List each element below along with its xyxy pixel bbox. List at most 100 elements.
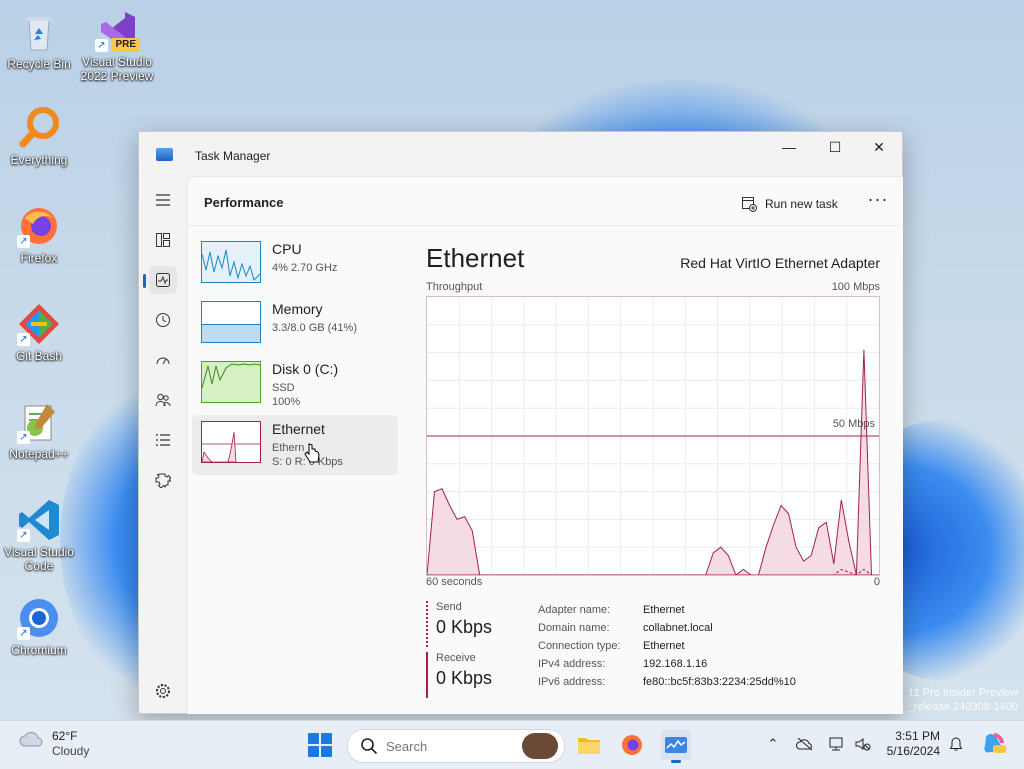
property-value: Ethernet: [643, 640, 685, 652]
resource-item-cpu[interactable]: CPU 4% 2.70 GHz: [192, 235, 398, 295]
resource-name: Disk 0 (C:): [272, 361, 339, 377]
property-key: Adapter name:: [538, 604, 611, 616]
resource-name: Ethernet: [272, 421, 325, 437]
hand-cursor-icon: [304, 443, 320, 463]
throughput-graph: 50 Mbps: [426, 296, 880, 576]
desktop-icon-label: Chromium: [11, 643, 67, 657]
cloud-offline-icon[interactable]: [796, 735, 814, 753]
desktop-icon-vscode[interactable]: ↗ Visual Studio Code: [2, 498, 76, 573]
services-icon[interactable]: [149, 466, 177, 494]
close-button[interactable]: ✕: [856, 132, 902, 162]
resource-item-ethernet[interactable]: Ethernet Ethern S: 0 R: 0 Kbps: [192, 415, 398, 475]
settings-icon[interactable]: [149, 677, 177, 705]
taskbar-firefox[interactable]: [617, 730, 647, 760]
vscode-icon: ↗: [17, 498, 61, 542]
desktop-icon-recycle-bin[interactable]: Recycle Bin: [2, 10, 76, 71]
desktop-icon-notepad-plus-plus[interactable]: ↗ Notepad++: [2, 400, 76, 461]
disk-active-time: 100%: [272, 396, 301, 408]
desktop-icon-label: Visual Studio 2022 Preview: [80, 55, 154, 83]
volume-muted-icon[interactable]: [854, 735, 872, 753]
shortcut-arrow-icon: ↗: [17, 431, 30, 444]
users-icon[interactable]: [149, 386, 177, 414]
task-manager-icon: [665, 737, 687, 753]
property-row: Adapter name: Ethernet: [538, 601, 796, 619]
visual-studio-icon: PRE ↗: [95, 8, 139, 52]
shortcut-arrow-icon: ↗: [17, 529, 30, 542]
start-button[interactable]: [308, 733, 332, 757]
task-manager-icon: [156, 148, 173, 161]
startup-apps-icon[interactable]: [149, 346, 177, 374]
send-value: 0 Kbps: [436, 617, 493, 637]
desktop-icon-everything[interactable]: Everything: [2, 106, 76, 167]
search-input[interactable]: [384, 737, 508, 755]
app-history-icon[interactable]: [149, 306, 177, 334]
desktop-icon-label: Git Bash: [15, 349, 63, 363]
property-value: collabnet.local: [643, 622, 713, 634]
firefox-icon: [622, 735, 642, 755]
more-options-button[interactable]: ···: [866, 190, 890, 214]
maximize-button[interactable]: ☐: [812, 132, 858, 162]
ethernet-mini-graph: [201, 421, 261, 463]
run-task-icon: [742, 197, 757, 212]
menu-icon[interactable]: [149, 186, 177, 214]
page-title: Performance: [204, 195, 284, 210]
copilot-icon[interactable]: [982, 731, 1006, 755]
details-icon[interactable]: [149, 426, 177, 454]
disk-mini-graph: [201, 361, 261, 403]
desktop-icon-chromium[interactable]: ↗ Chromium: [2, 596, 76, 657]
resource-list: CPU 4% 2.70 GHz Memory 3.3/8.0 GB (41%) …: [192, 235, 398, 475]
taskbar-task-manager[interactable]: [661, 730, 691, 763]
clock-date: 5/16/2024: [886, 744, 940, 758]
detail-title: Ethernet: [426, 243, 525, 273]
taskbar: 62°FCloudy ⌃ 3:51 PM 5/16/2024: [0, 720, 1024, 769]
desktop-icon-label: Notepad++: [9, 447, 69, 461]
send-stat: Send 0 Kbps: [426, 601, 536, 647]
desktop-icon-firefox[interactable]: ↗ Firefox: [2, 204, 76, 265]
resource-name: Memory: [272, 301, 323, 317]
x-axis-left-label: 60 seconds: [426, 576, 483, 588]
property-row: Domain name: collabnet.local: [538, 619, 796, 637]
shortcut-arrow-icon: ↗: [95, 39, 108, 52]
window-title: Task Manager: [195, 149, 271, 163]
adapter-name: Red Hat VirtIO Ethernet Adapter: [680, 255, 880, 271]
desktop-icon-visual-studio[interactable]: PRE ↗ Visual Studio 2022 Preview: [80, 8, 154, 83]
property-key: IPv6 address:: [538, 676, 606, 688]
performance-page: Performance Run new task ··· CPU 4% 2.70…: [187, 176, 903, 714]
max-scale-label: 100 Mbps: [831, 281, 880, 293]
performance-icon[interactable]: [143, 266, 177, 294]
resource-item-disk[interactable]: Disk 0 (C:) SSD 100%: [192, 355, 398, 415]
property-row: Connection type: Ethernet: [538, 637, 796, 655]
taskbar-file-explorer[interactable]: [574, 730, 604, 760]
firefox-icon: ↗: [17, 204, 61, 248]
property-row: IPv4 address: 192.168.1.16: [538, 655, 796, 673]
ethernet-connection: Ethern: [272, 442, 305, 454]
run-new-task-button[interactable]: Run new task: [741, 193, 838, 215]
taskbar-search[interactable]: [347, 729, 565, 763]
os-watermark: 11 Pro Insider Preview _release.240308-1…: [908, 686, 1018, 714]
minimize-button[interactable]: —: [766, 132, 812, 162]
system-clock[interactable]: 3:51 PM 5/16/2024: [880, 729, 940, 759]
desktop-icon-git-bash[interactable]: ↗ Git Bash: [2, 302, 76, 363]
notification-bell-icon[interactable]: [947, 735, 965, 753]
receive-label: Receive: [436, 652, 476, 664]
search-highlight-image: [522, 733, 558, 759]
desktop-icon-label: Visual Studio Code: [4, 545, 74, 573]
property-key: Domain name:: [538, 622, 610, 634]
weather-widget[interactable]: 62°F Cloudy: [18, 729, 89, 759]
throughput-label: Throughput: [426, 281, 483, 293]
recycle-bin-icon: [17, 10, 61, 54]
notepad-plus-plus-icon: ↗: [17, 400, 61, 444]
chevron-up-icon[interactable]: ⌃: [764, 735, 782, 753]
title-bar[interactable]: Task Manager — ☐ ✕: [139, 132, 902, 176]
weather-desc: Cloudy: [52, 744, 90, 758]
resource-item-memory[interactable]: Memory 3.3/8.0 GB (41%): [192, 295, 398, 355]
navigation-rail: [139, 176, 187, 713]
adapter-properties: Adapter name: Ethernet Domain name: collab…: [538, 601, 796, 691]
property-key: IPv4 address:: [538, 658, 606, 670]
desktop-icon-label: Recycle Bin: [7, 57, 71, 71]
resource-name: CPU: [272, 241, 302, 257]
network-icon[interactable]: [827, 735, 845, 753]
weather-temp: 62°F: [52, 729, 78, 743]
processes-icon[interactable]: [149, 226, 177, 254]
cloud-icon: [19, 731, 43, 747]
